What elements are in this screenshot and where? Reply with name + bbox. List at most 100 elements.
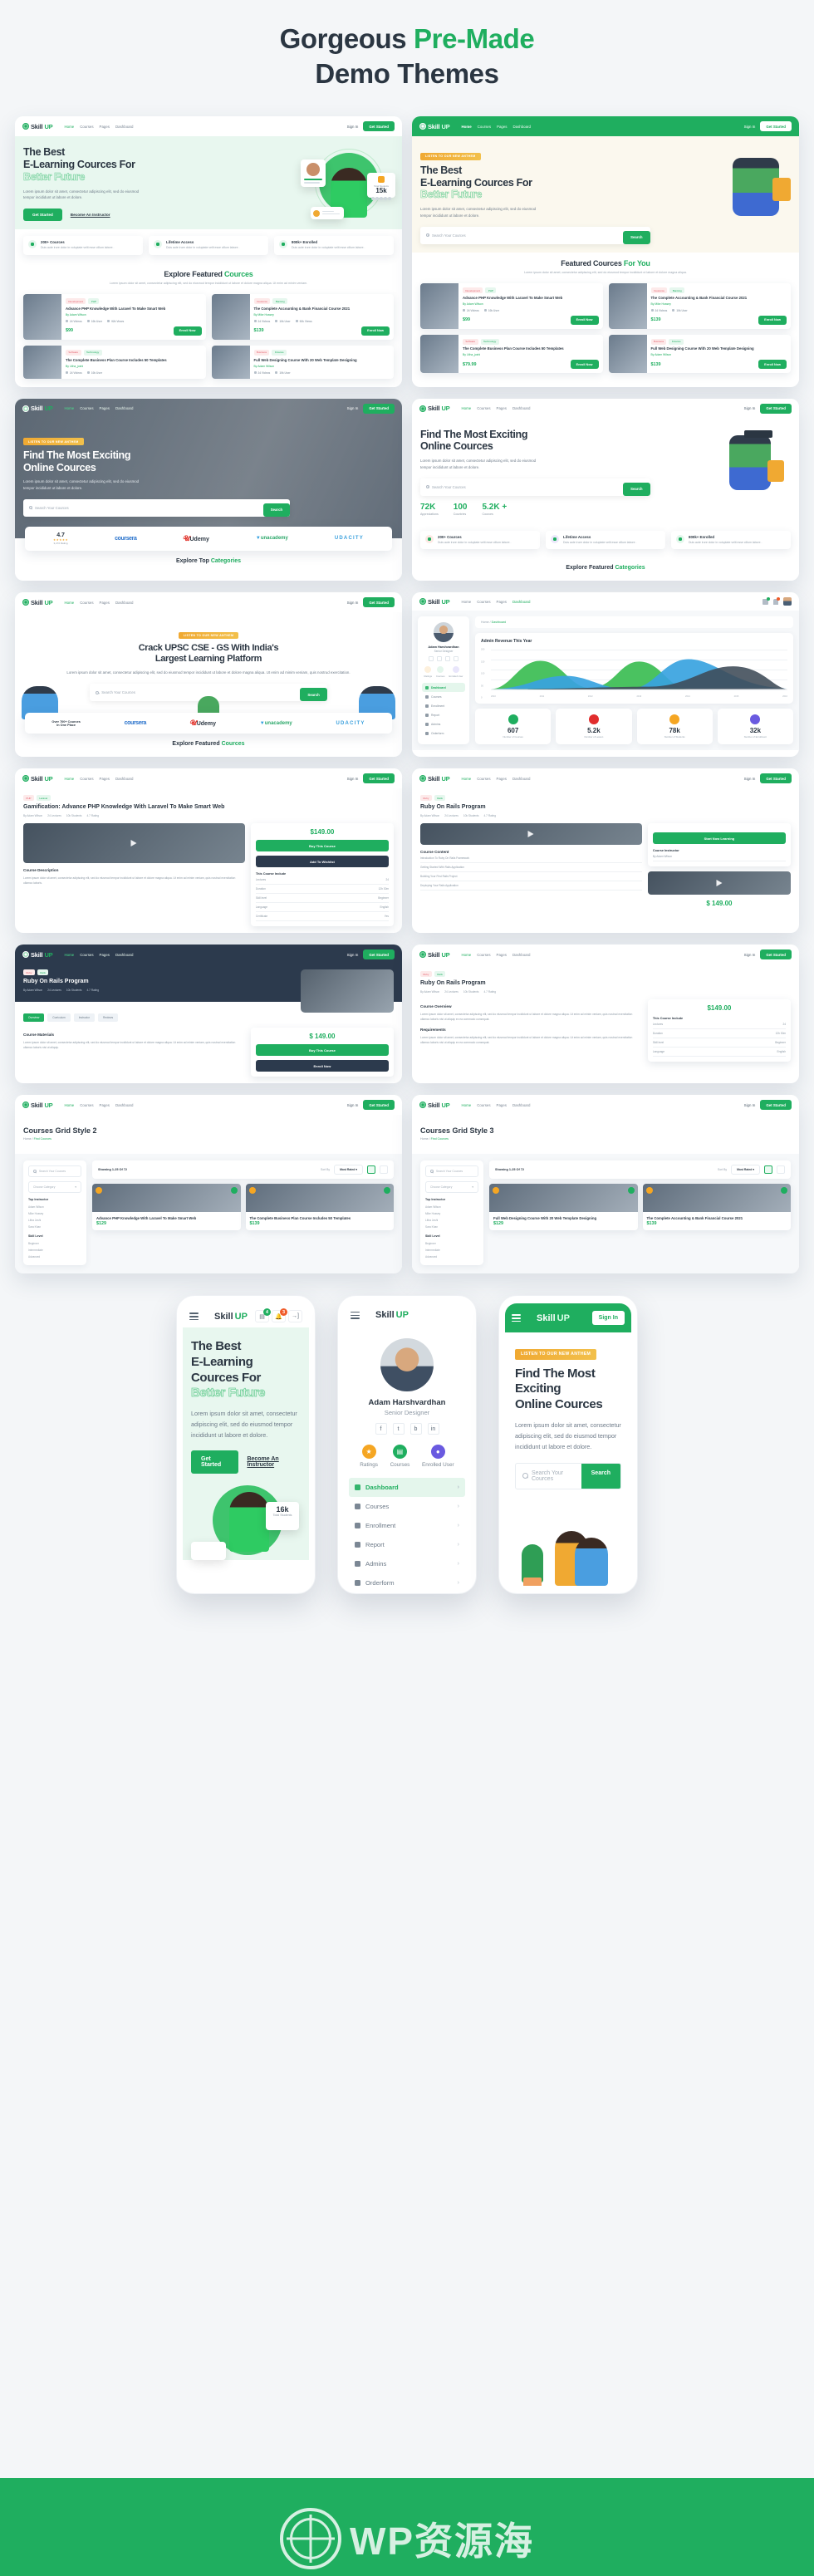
get-started-button[interactable]: Get Started: [363, 597, 395, 608]
menu-item-orderform[interactable]: Orderform: [422, 729, 465, 738]
play-icon[interactable]: [781, 1187, 787, 1195]
filter-item[interactable]: Sara Khan: [425, 1224, 478, 1230]
search-button[interactable]: Search: [300, 688, 327, 702]
tab-reviews[interactable]: Reviews: [98, 1013, 119, 1023]
login-icon[interactable]: →]: [288, 1310, 302, 1323]
search-input[interactable]: Search Your Cources: [425, 1165, 478, 1178]
filter-item[interactable]: Mike Hussey: [28, 1210, 81, 1217]
enroll-button[interactable]: Enroll Now: [570, 360, 599, 370]
sign-in-link[interactable]: Sign In: [744, 406, 756, 410]
get-started-button[interactable]: Get Started: [363, 403, 395, 414]
nav-link-pages[interactable]: Pages: [100, 406, 110, 410]
category-select[interactable]: Choose Category ▾: [28, 1181, 81, 1194]
theme-card-courses-grid-2[interactable]: Skill UP Home Courses Pages Dashboard Sig…: [15, 1095, 402, 1274]
logo[interactable]: Skill UP: [22, 951, 53, 959]
tab-instructor[interactable]: Instructor: [73, 1013, 96, 1023]
menu-item-enrollment[interactable]: Enrollment ›: [349, 1516, 465, 1535]
get-started-button[interactable]: Get Started: [760, 773, 792, 784]
nav-link-courses[interactable]: Courses: [80, 1103, 93, 1107]
theme-card-home-light[interactable]: Skill UP Home Courses Pages Dashboard Sig…: [15, 116, 402, 387]
filter-item[interactable]: Beginner: [425, 1240, 478, 1247]
buy-course-button[interactable]: Buy This Course: [255, 1044, 389, 1057]
play-icon[interactable]: [230, 1187, 238, 1195]
nav-link-dashboard[interactable]: Dashboard: [115, 125, 133, 129]
theme-card-course-detail-dark[interactable]: Skill UP Home Courses Pages Dashboard Sig…: [15, 945, 402, 1084]
cart-icon[interactable]: [763, 596, 770, 605]
theme-card-upsc[interactable]: Skill UP Home Courses Pages Dashboard Sig…: [15, 592, 402, 758]
hero-search[interactable]: Search Your Cources Search: [23, 498, 291, 517]
nav-link-pages[interactable]: Pages: [497, 125, 507, 129]
search-button[interactable]: Search: [262, 503, 291, 517]
get-started-button[interactable]: Get Started: [363, 121, 395, 132]
course-card[interactable]: Software Technology The Complete Business…: [420, 334, 603, 374]
nav-link-dashboard[interactable]: Dashboard: [512, 406, 530, 410]
logo[interactable]: Skill UP: [419, 775, 450, 783]
logo[interactable]: Skill UP: [22, 599, 53, 606]
filter-item[interactable]: Litha Joshi: [28, 1217, 81, 1224]
breadcrumb-home[interactable]: Home: [481, 621, 489, 624]
dribbble-icon[interactable]: [445, 656, 450, 662]
behance-icon[interactable]: b: [409, 1423, 422, 1435]
get-started-button[interactable]: Get Started: [760, 949, 792, 960]
bell-icon[interactable]: [773, 596, 780, 605]
nav-link-pages[interactable]: Pages: [100, 953, 110, 957]
nav-link-courses[interactable]: Courses: [477, 406, 490, 410]
get-started-button[interactable]: Get Started: [363, 949, 395, 960]
theme-card-dashboard[interactable]: Skill UP Home Courses Pages Dashboard Ada…: [412, 592, 799, 758]
hero-get-started-button[interactable]: Get Started: [23, 209, 62, 222]
search-input[interactable]: Search Your Cources: [516, 1464, 581, 1489]
logo[interactable]: Skill UP: [526, 1313, 570, 1323]
theme-card-course-detail-ruby[interactable]: Skill UP Home Courses Pages Dashboard Sig…: [412, 768, 799, 934]
search-input[interactable]: Search Your Cources: [28, 1165, 81, 1178]
buy-course-button[interactable]: Buy This Course: [255, 840, 389, 852]
logo[interactable]: Skill UP: [419, 405, 450, 412]
theme-card-hero-illustration[interactable]: Skill UP Home Courses Pages Dashboard Sig…: [412, 398, 799, 581]
grid-view-toggle[interactable]: [367, 1165, 375, 1175]
nav-link-courses[interactable]: Courses: [80, 777, 93, 781]
breadcrumb-home[interactable]: Home: [420, 1137, 429, 1141]
enroll-button[interactable]: Enroll Now: [173, 326, 202, 336]
hero-search[interactable]: Search Your Cources Search: [420, 226, 650, 244]
nav-link-courses[interactable]: Courses: [477, 600, 490, 604]
nav-link-pages[interactable]: Pages: [497, 1103, 507, 1107]
sign-in-link[interactable]: Sign In: [347, 1103, 359, 1107]
nav-link-dashboard[interactable]: Dashboard: [115, 601, 133, 605]
linkedin-icon[interactable]: in: [427, 1423, 439, 1435]
enroll-button[interactable]: Enroll Now: [570, 315, 599, 325]
search-input[interactable]: Search Your Cources: [420, 478, 623, 496]
nav-link-dashboard[interactable]: Dashboard: [512, 777, 530, 781]
menu-item-courses[interactable]: Courses: [422, 692, 465, 701]
wishlist-button[interactable]: Add To Wishlist: [255, 856, 389, 868]
menu-item-admins[interactable]: Admins ›: [349, 1554, 465, 1573]
get-started-button[interactable]: Get Started: [363, 773, 395, 784]
nav-link-home[interactable]: Home: [461, 600, 471, 604]
bell-icon[interactable]: 🔔 3: [272, 1308, 287, 1323]
menu-icon[interactable]: [189, 1313, 199, 1321]
sign-in-button[interactable]: Sign In: [591, 1311, 625, 1326]
filter-item[interactable]: Intermediate: [28, 1247, 81, 1254]
facebook-icon[interactable]: f: [375, 1423, 387, 1435]
course-card[interactable]: Software Technology The Complete Business…: [23, 345, 206, 379]
nav-link-courses[interactable]: Courses: [477, 777, 490, 781]
become-instructor-link[interactable]: Become An Instructor: [247, 1456, 301, 1468]
become-instructor-link[interactable]: Become An Instructor: [71, 213, 110, 217]
course-video-player[interactable]: [23, 823, 245, 864]
menu-item-report[interactable]: Report: [422, 710, 465, 719]
nav-link-pages[interactable]: Pages: [100, 1103, 110, 1107]
avatar[interactable]: [783, 597, 792, 606]
filter-item[interactable]: Intermediate: [425, 1247, 478, 1254]
filter-item[interactable]: Litha Joshi: [425, 1217, 478, 1224]
phone3-search[interactable]: Search Your Cources Search: [515, 1462, 621, 1489]
search-button[interactable]: Search: [623, 230, 650, 244]
menu-item-courses[interactable]: Courses ›: [349, 1497, 465, 1516]
logo[interactable]: Skill UP: [365, 1310, 409, 1320]
enroll-button[interactable]: Enroll Now: [758, 360, 787, 370]
logo[interactable]: Skill UP: [419, 951, 450, 959]
menu-item-dashboard[interactable]: Dashboard: [422, 683, 465, 693]
nav-link-home[interactable]: Home: [461, 777, 471, 781]
logo[interactable]: Skill UP: [22, 1102, 53, 1109]
course-card[interactable]: The Complete Business Plan Course Includ…: [245, 1184, 394, 1231]
nav-link-dashboard[interactable]: Dashboard: [512, 953, 530, 957]
play-icon[interactable]: [384, 1187, 390, 1195]
search-input[interactable]: Search Your Cources: [420, 227, 623, 244]
